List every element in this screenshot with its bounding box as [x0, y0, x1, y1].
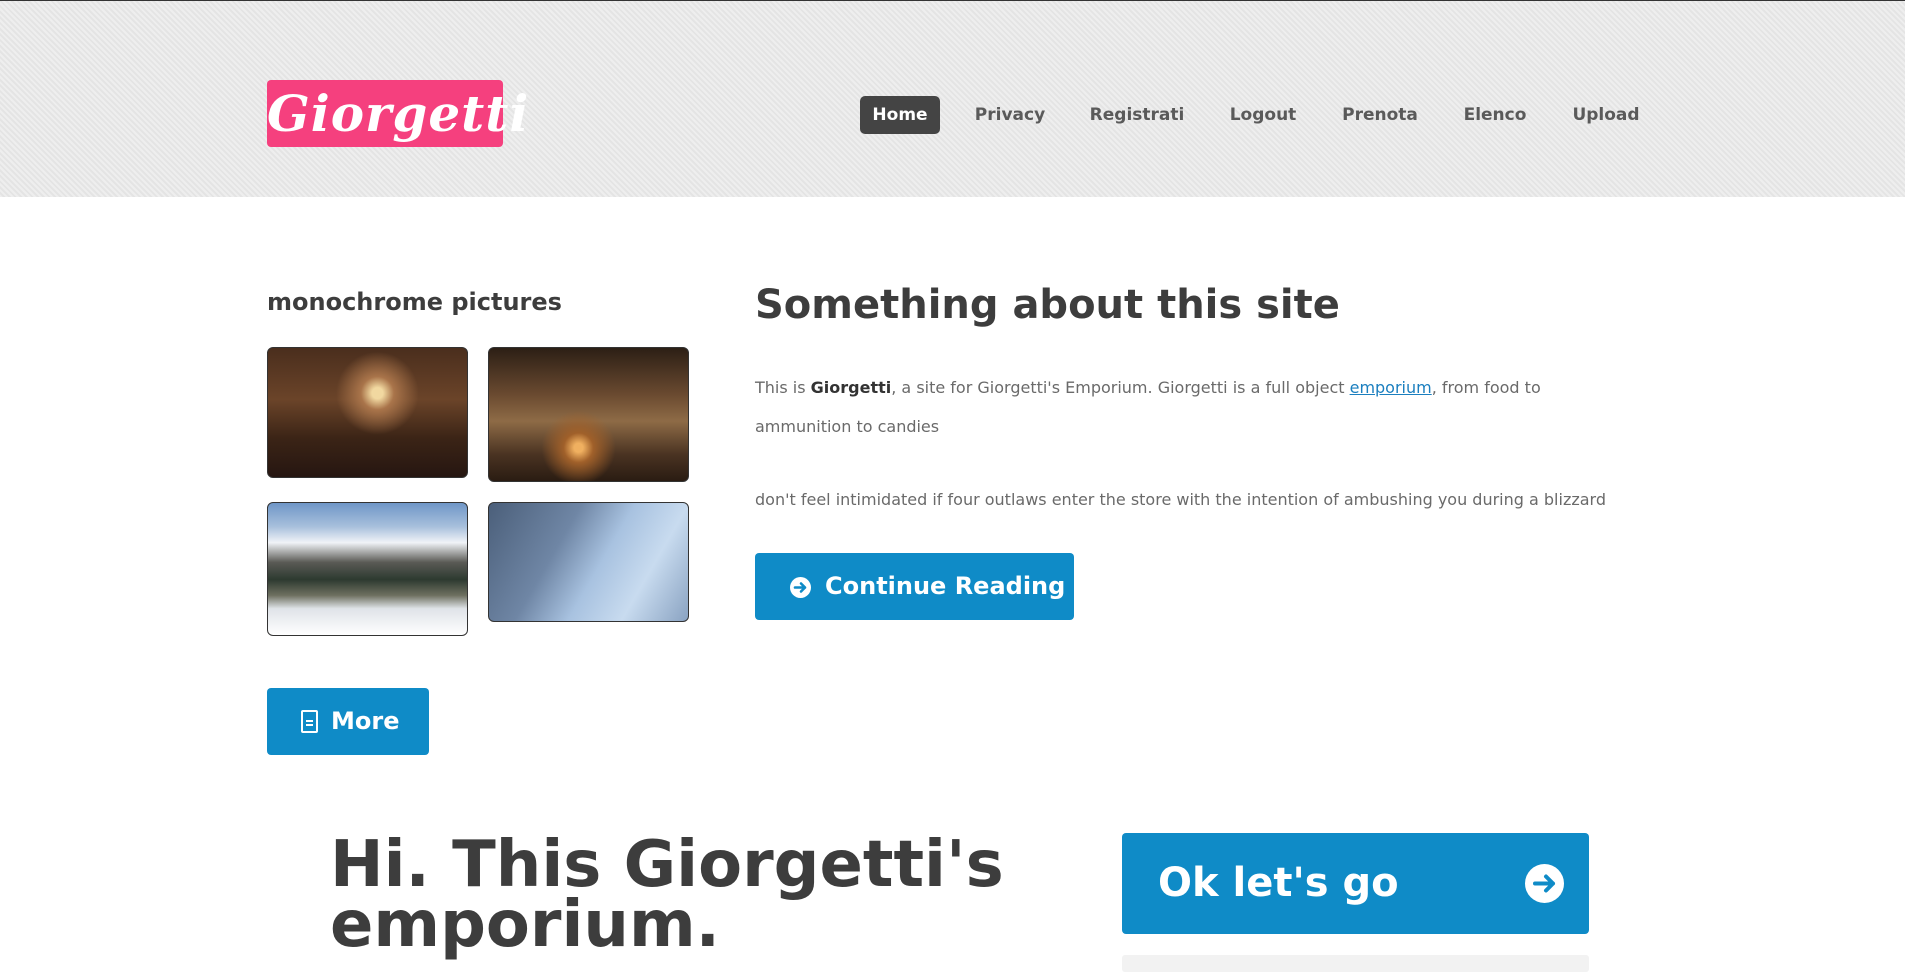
more-button[interactable]: More	[267, 688, 429, 755]
more-button-label: More	[331, 707, 400, 735]
document-icon	[301, 710, 318, 733]
gallery-image-blizzard[interactable]	[488, 502, 689, 622]
page-title: Something about this site	[755, 282, 1340, 328]
secondary-panel	[1122, 955, 1589, 972]
arrow-circle-right-icon	[790, 577, 811, 598]
intro-brand-name: Giorgetti	[810, 378, 892, 397]
gallery-image-store[interactable]	[488, 347, 689, 482]
nav-home[interactable]: Home	[860, 96, 940, 134]
intro-paragraph: This is Giorgetti, a site for Giorgetti'…	[755, 368, 1635, 446]
warning-paragraph: don't feel intimidated if four outlaws e…	[755, 490, 1606, 509]
emporium-link[interactable]: emporium	[1350, 378, 1432, 397]
sidebar-title: monochrome pictures	[267, 288, 562, 316]
site-header: Giorgetti Home Privacy Registrati Logout…	[0, 1, 1905, 197]
ok-lets-go-label: Ok let's go	[1158, 860, 1399, 906]
arrow-circle-right-icon	[1525, 864, 1564, 903]
intro-text-prefix: This is	[755, 378, 811, 397]
nav-privacy[interactable]: Privacy	[966, 96, 1054, 134]
continue-reading-button[interactable]: Continue Reading	[755, 553, 1074, 620]
main-nav: Home Privacy Registrati Logout Prenota E…	[0, 96, 1905, 134]
ok-lets-go-button[interactable]: Ok let's go	[1122, 833, 1589, 934]
nav-upload[interactable]: Upload	[1569, 96, 1643, 134]
nav-prenota[interactable]: Prenota	[1338, 96, 1422, 134]
intro-text-middle: , a site for Giorgetti's Emporium. Giorg…	[891, 378, 1350, 397]
continue-reading-label: Continue Reading	[825, 572, 1066, 600]
gallery-image-interior[interactable]	[267, 347, 468, 478]
nav-registrati[interactable]: Registrati	[1088, 96, 1186, 134]
nav-logout[interactable]: Logout	[1225, 96, 1301, 134]
hero-title: Hi. This Giorgetti's emporium.	[330, 828, 1004, 962]
nav-elenco[interactable]: Elenco	[1460, 96, 1530, 134]
gallery-image-cabin-mountains[interactable]	[267, 502, 468, 636]
